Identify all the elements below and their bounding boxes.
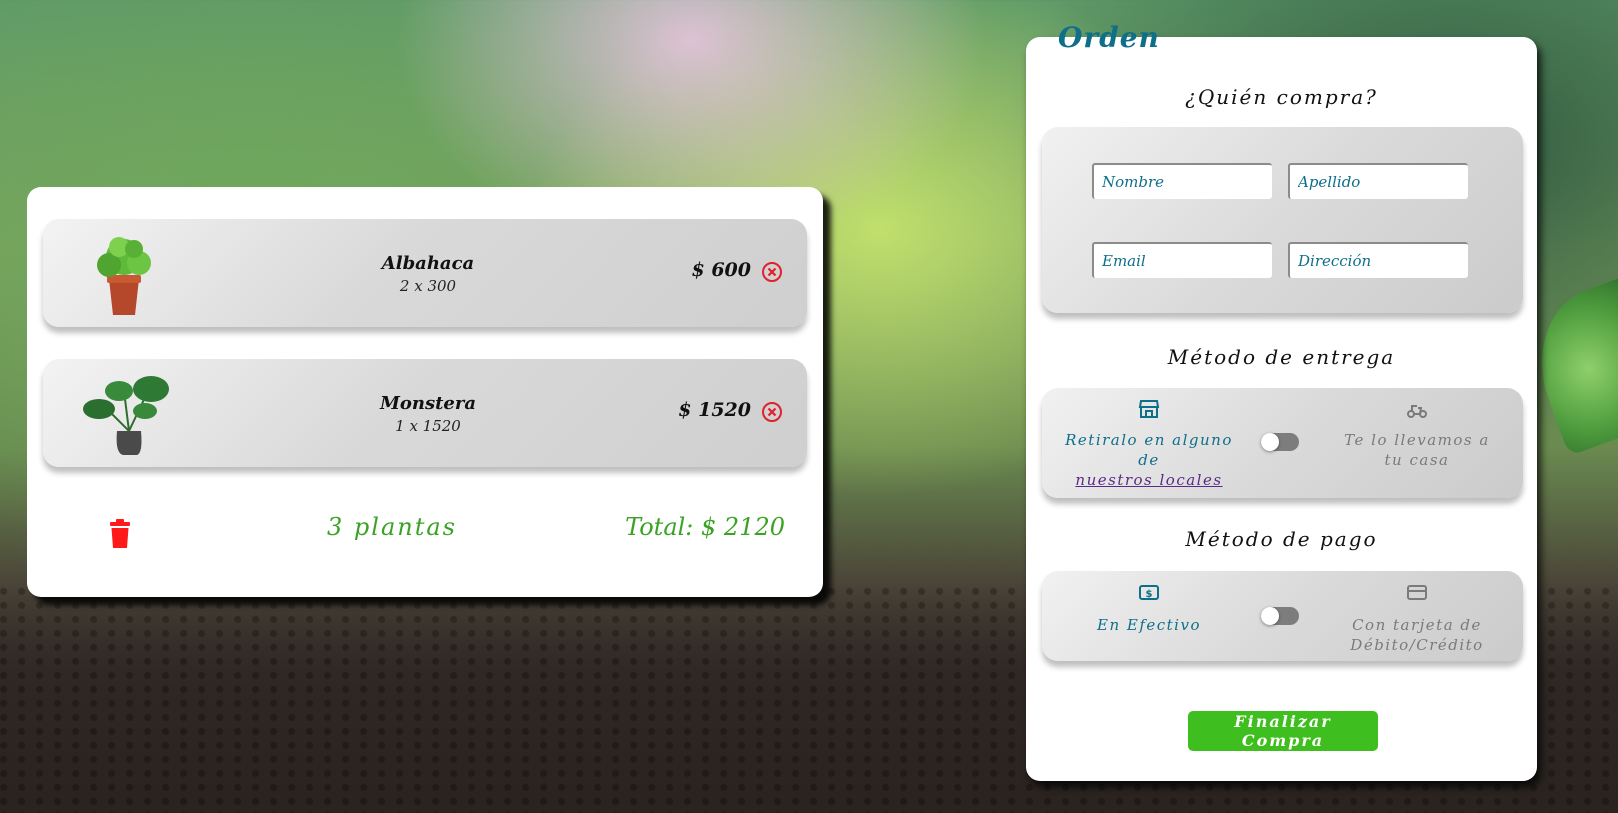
cart-panel: Albahaca 2 x 300 $ 600 Monstera 1 x 1520… bbox=[27, 187, 823, 597]
cash-option[interactable]: En Efectivo bbox=[1064, 615, 1234, 635]
cart-total: Total: $ 2120 bbox=[625, 513, 785, 541]
apellido-field[interactable] bbox=[1288, 163, 1468, 199]
delivery-options: Retiralo en alguno de nuestros locales T… bbox=[1042, 388, 1523, 498]
credit-card-icon bbox=[1407, 585, 1427, 600]
scooter-icon bbox=[1407, 405, 1427, 418]
plant-count: 3 plantas bbox=[327, 513, 457, 541]
svg-text:$: $ bbox=[1146, 589, 1153, 600]
cart-item: Albahaca 2 x 300 $ 600 bbox=[43, 219, 807, 327]
stores-link[interactable]: nuestros locales bbox=[1075, 471, 1222, 489]
email-field[interactable] bbox=[1092, 242, 1272, 278]
delivery-section-title: Método de entrega bbox=[1167, 345, 1396, 369]
pickup-text: Retiralo en alguno de bbox=[1065, 431, 1233, 469]
order-panel: Orden ¿Quién compra? Método de entrega R… bbox=[1026, 21, 1537, 781]
direccion-field[interactable] bbox=[1288, 242, 1468, 278]
order-title: Orden bbox=[1058, 21, 1160, 54]
remove-item-icon[interactable] bbox=[761, 261, 783, 283]
delivery-toggle[interactable] bbox=[1261, 433, 1299, 451]
finish-purchase-button[interactable]: Finalizar Compra bbox=[1188, 711, 1378, 751]
trash-icon[interactable] bbox=[109, 519, 131, 549]
nombre-field[interactable] bbox=[1092, 163, 1272, 199]
payment-section-title: Método de pago bbox=[1185, 527, 1378, 551]
pickup-option[interactable]: Retiralo en alguno de nuestros locales bbox=[1064, 430, 1234, 490]
cash-icon: $ bbox=[1139, 585, 1159, 600]
item-quantity: 1 x 1520 bbox=[395, 417, 461, 435]
card-option[interactable]: Con tarjeta de Débito/Crédito bbox=[1332, 615, 1502, 655]
item-name: Albahaca bbox=[381, 253, 475, 274]
remove-item-icon[interactable] bbox=[761, 401, 783, 423]
buyer-section-title: ¿Quién compra? bbox=[1185, 85, 1378, 109]
home-delivery-option[interactable]: Te lo llevamos a tu casa bbox=[1332, 430, 1502, 470]
item-quantity: 2 x 300 bbox=[399, 277, 457, 295]
store-icon bbox=[1138, 400, 1160, 418]
monstera-plant-image bbox=[83, 376, 169, 455]
item-price: $ 600 bbox=[691, 259, 752, 281]
basil-plant-image bbox=[97, 237, 151, 315]
buyer-form bbox=[1042, 127, 1523, 313]
toggle-knob bbox=[1261, 433, 1279, 451]
payment-toggle[interactable] bbox=[1261, 607, 1299, 625]
item-price: $ 1520 bbox=[678, 399, 751, 421]
item-name: Monstera bbox=[379, 393, 477, 414]
toggle-knob bbox=[1261, 607, 1279, 625]
cart-item: Monstera 1 x 1520 $ 1520 bbox=[43, 359, 807, 467]
payment-options: $ En Efectivo Con tarjeta de Débito/Créd… bbox=[1042, 571, 1523, 661]
